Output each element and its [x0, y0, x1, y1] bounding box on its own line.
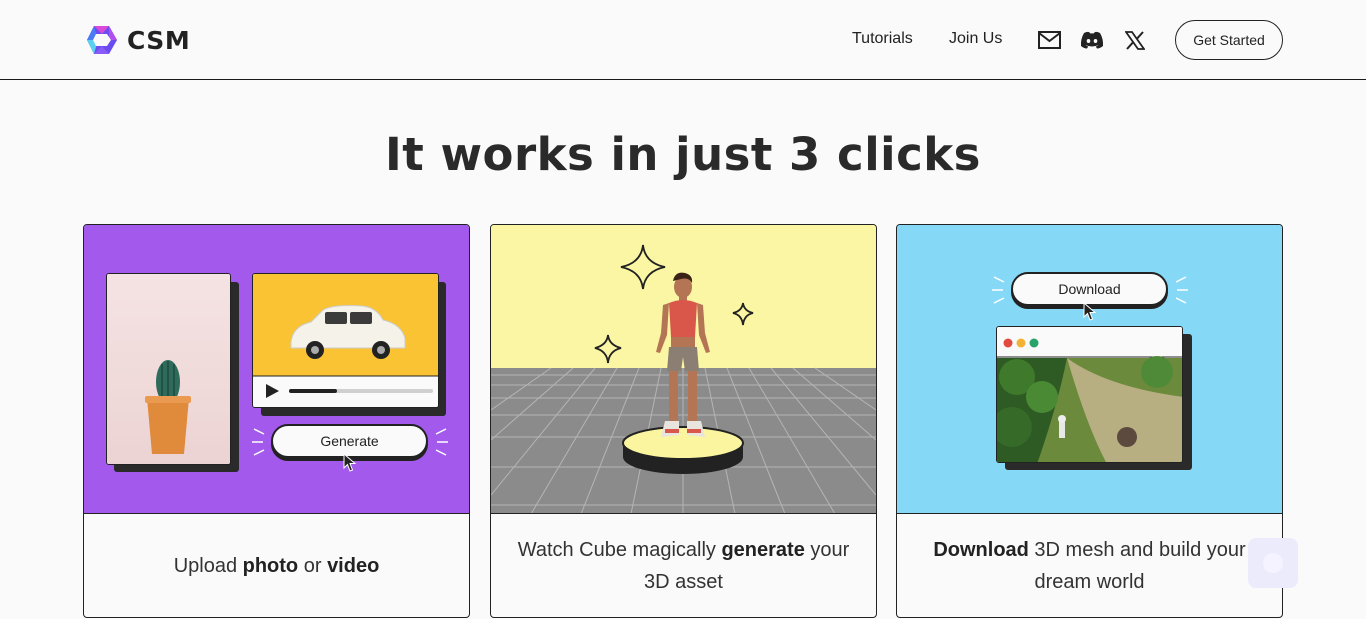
csm-logo-icon: [87, 26, 117, 54]
cactus-photo: [106, 273, 231, 465]
upload-illustration: Generate: [84, 225, 469, 514]
step-card-download: Download Download 3D mesh and build your…: [896, 224, 1283, 618]
cursor-icon: [1083, 302, 1097, 321]
mail-icon[interactable]: [1037, 28, 1061, 52]
discord-icon[interactable]: [1080, 28, 1104, 52]
nav-join-us[interactable]: Join Us: [949, 30, 1002, 48]
get-started-button[interactable]: Get Started: [1175, 20, 1283, 60]
step-card-upload: Generate Upload photo or video: [83, 224, 470, 618]
logo[interactable]: CSM: [85, 23, 190, 57]
logo-text: CSM: [127, 25, 191, 55]
generate-illustration: [491, 225, 876, 514]
cursor-icon: [343, 453, 357, 472]
nav-tutorials[interactable]: Tutorials: [852, 30, 913, 48]
x-icon[interactable]: [1123, 28, 1147, 52]
download-illustration: Download: [897, 225, 1282, 514]
site-header: CSM Tutorials Join Us Get Started: [0, 0, 1366, 80]
chat-icon: [1263, 553, 1283, 573]
step-caption-download: Download 3D mesh and build your dream wo…: [933, 538, 1246, 593]
download-button: Download: [1011, 272, 1168, 306]
car-video: [252, 273, 439, 408]
chat-widget-button[interactable]: [1248, 538, 1298, 588]
step-caption-upload: Upload photo or video: [173, 554, 380, 577]
step-caption-generate: Watch Cube magically generate your 3D as…: [517, 538, 850, 593]
step-card-generate: Watch Cube magically generate your 3D as…: [490, 224, 877, 618]
game-window: [996, 326, 1183, 463]
page-headline: It works in just 3 clicks: [385, 128, 981, 181]
